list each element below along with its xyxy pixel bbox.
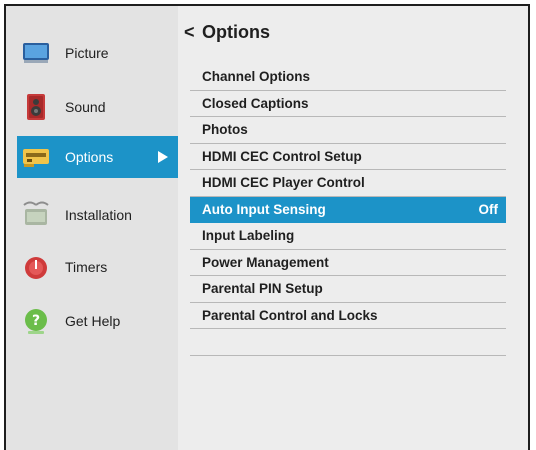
- menu-item-parental-control-and-locks[interactable]: Parental Control and Locks: [190, 303, 506, 329]
- menu-item-label: Parental Control and Locks: [202, 307, 378, 323]
- menu-item-label: HDMI CEC Control Setup: [202, 148, 362, 164]
- menu-item-channel-options[interactable]: Channel Options: [190, 64, 506, 91]
- sidebar-item-picture[interactable]: Picture: [6, 32, 178, 74]
- back-arrow-icon[interactable]: <: [184, 22, 195, 43]
- menu-item-label: Closed Captions: [202, 95, 309, 111]
- sidebar-item-timers[interactable]: Timers: [6, 246, 178, 288]
- options-device-icon: [22, 143, 50, 171]
- sidebar: Picture Sound Options Installation Timer…: [6, 6, 178, 450]
- menu-item-label: Auto Input Sensing: [202, 201, 326, 217]
- options-panel: < Options Channel Options Closed Caption…: [178, 6, 528, 450]
- sidebar-item-installation[interactable]: Installation: [6, 194, 178, 236]
- svg-text:?: ?: [32, 313, 40, 329]
- menu-item-label: HDMI CEC Player Control: [202, 175, 365, 191]
- sidebar-item-get-help[interactable]: ? Get Help: [6, 300, 178, 342]
- menu-item-label: Input Labeling: [202, 228, 295, 244]
- chevron-right-icon: [158, 151, 168, 163]
- menu-item-power-management[interactable]: Power Management: [190, 250, 506, 276]
- menu-item-input-labeling[interactable]: Input Labeling: [190, 223, 506, 250]
- menu-empty-row: [190, 329, 506, 356]
- sidebar-item-sound[interactable]: Sound: [6, 86, 178, 128]
- sidebar-item-label: Timers: [65, 259, 108, 275]
- menu-item-label: Channel Options: [202, 69, 310, 85]
- sidebar-item-options[interactable]: Options: [17, 136, 178, 178]
- menu-item-value: Off: [478, 201, 499, 217]
- sidebar-item-label: Sound: [65, 99, 106, 115]
- menu-item-hdmi-cec-player-control[interactable]: HDMI CEC Player Control: [190, 170, 506, 197]
- sidebar-item-label: Options: [65, 149, 114, 165]
- sidebar-item-label: Installation: [65, 207, 132, 223]
- menu-item-label: Photos: [202, 122, 248, 138]
- sidebar-item-label: Get Help: [65, 313, 121, 329]
- tv-screen-icon: [22, 39, 50, 67]
- sidebar-item-label: Picture: [65, 45, 109, 61]
- menu-item-label: Parental PIN Setup: [202, 281, 323, 297]
- menu-item-auto-input-sensing[interactable]: Auto Input Sensing Off: [190, 196, 506, 223]
- tv-menu-frame: Picture Sound Options Installation Timer…: [4, 4, 530, 450]
- menu-item-label: Power Management: [202, 254, 329, 270]
- menu-item-hdmi-cec-control-setup[interactable]: HDMI CEC Control Setup: [190, 144, 506, 170]
- timer-clock-icon: [22, 253, 50, 281]
- menu-item-parental-pin-setup[interactable]: Parental PIN Setup: [190, 276, 506, 303]
- speaker-icon: [22, 93, 50, 121]
- options-menu: Channel Options Closed Captions Photos H…: [190, 64, 506, 356]
- page-title: Options: [202, 22, 270, 42]
- menu-item-photos[interactable]: Photos: [190, 117, 506, 144]
- menu-item-closed-captions[interactable]: Closed Captions: [190, 91, 506, 117]
- satellite-antenna-icon: [22, 201, 50, 229]
- help-question-icon: ?: [22, 307, 50, 335]
